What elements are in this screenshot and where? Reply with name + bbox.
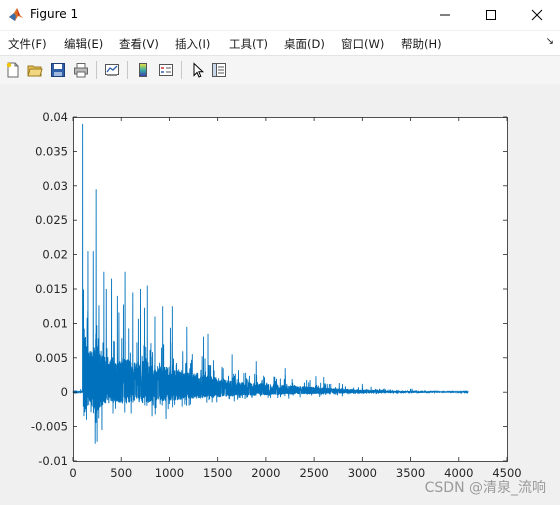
x-tick-label: 1500 bbox=[203, 466, 232, 480]
link-plot-icon[interactable] bbox=[102, 60, 122, 80]
minimize-button[interactable] bbox=[422, 0, 468, 30]
y-tick-label: 0.03 bbox=[42, 179, 68, 193]
colorbar-icon[interactable] bbox=[133, 60, 153, 80]
x-tick-label: 1000 bbox=[155, 466, 184, 480]
maximize-button[interactable] bbox=[468, 0, 514, 30]
minimize-icon bbox=[440, 14, 450, 16]
menu-desktop[interactable]: 桌面(D) bbox=[284, 36, 325, 52]
menu-view[interactable]: 查看(V) bbox=[119, 36, 159, 52]
y-tick-label: -0.01 bbox=[38, 454, 68, 468]
toolbar-separator bbox=[127, 61, 128, 79]
x-tick-label: 2500 bbox=[299, 466, 328, 480]
save-icon[interactable] bbox=[48, 60, 68, 80]
close-button[interactable] bbox=[514, 0, 560, 30]
watermark-text: CSDN @清泉_流响 bbox=[424, 480, 546, 496]
toolbar-separator bbox=[181, 61, 182, 79]
menu-bar: 文件(F) 编辑(E) 查看(V) 插入(I) 工具(T) 桌面(D) 窗口(W… bbox=[0, 31, 560, 55]
print-icon[interactable] bbox=[71, 60, 91, 80]
y-tick-label: 0.01 bbox=[42, 316, 68, 330]
x-tick-label: 500 bbox=[110, 466, 132, 480]
x-tick-label: 2000 bbox=[251, 466, 280, 480]
toolbar-separator bbox=[96, 61, 97, 79]
menu-insert[interactable]: 插入(I) bbox=[175, 36, 210, 52]
window-title: Figure 1 bbox=[30, 7, 79, 21]
new-figure-icon[interactable] bbox=[3, 60, 23, 80]
x-tick-label: 3500 bbox=[396, 466, 425, 480]
y-tick-label: 0.04 bbox=[42, 110, 68, 124]
menu-edit[interactable]: 编辑(E) bbox=[64, 36, 103, 52]
close-icon bbox=[531, 9, 543, 21]
dock-arrow-icon[interactable]: ↘ bbox=[546, 36, 554, 47]
pointer-icon[interactable] bbox=[187, 60, 207, 80]
plot-svg[interactable]: 0 500 1000 1500 2000 2500 3000 3500 4000 4500-0.0… bbox=[0, 84, 560, 505]
y-tick-label: -0.005 bbox=[31, 420, 68, 434]
y-tick-label: 0.02 bbox=[42, 248, 68, 262]
x-tick-label: 0 bbox=[69, 466, 76, 480]
y-tick-label: 0.005 bbox=[35, 351, 68, 365]
figure-toolbar bbox=[0, 55, 560, 85]
menu-tools[interactable]: 工具(T) bbox=[229, 36, 268, 52]
y-tick-label: 0.015 bbox=[35, 282, 68, 296]
menu-window[interactable]: 窗口(W) bbox=[341, 36, 384, 52]
legend-icon[interactable] bbox=[156, 60, 176, 80]
property-inspector-icon[interactable] bbox=[209, 60, 229, 80]
y-tick-label: 0.035 bbox=[35, 144, 68, 158]
figure-canvas: 0 500 1000 1500 2000 2500 3000 3500 4000 4500 -0.0… bbox=[0, 84, 560, 505]
axes-background bbox=[73, 117, 507, 461]
title-bar: Figure 1 bbox=[0, 0, 560, 30]
open-file-icon[interactable] bbox=[25, 60, 45, 80]
x-tick-label: 3000 bbox=[348, 466, 377, 480]
menu-file[interactable]: 文件(F) bbox=[8, 36, 47, 52]
maximize-icon bbox=[486, 10, 496, 20]
y-tick-label: 0 bbox=[61, 385, 68, 399]
menu-help[interactable]: 帮助(H) bbox=[401, 36, 442, 52]
y-tick-label: 0.025 bbox=[35, 213, 68, 227]
matlab-logo-icon bbox=[8, 6, 24, 22]
